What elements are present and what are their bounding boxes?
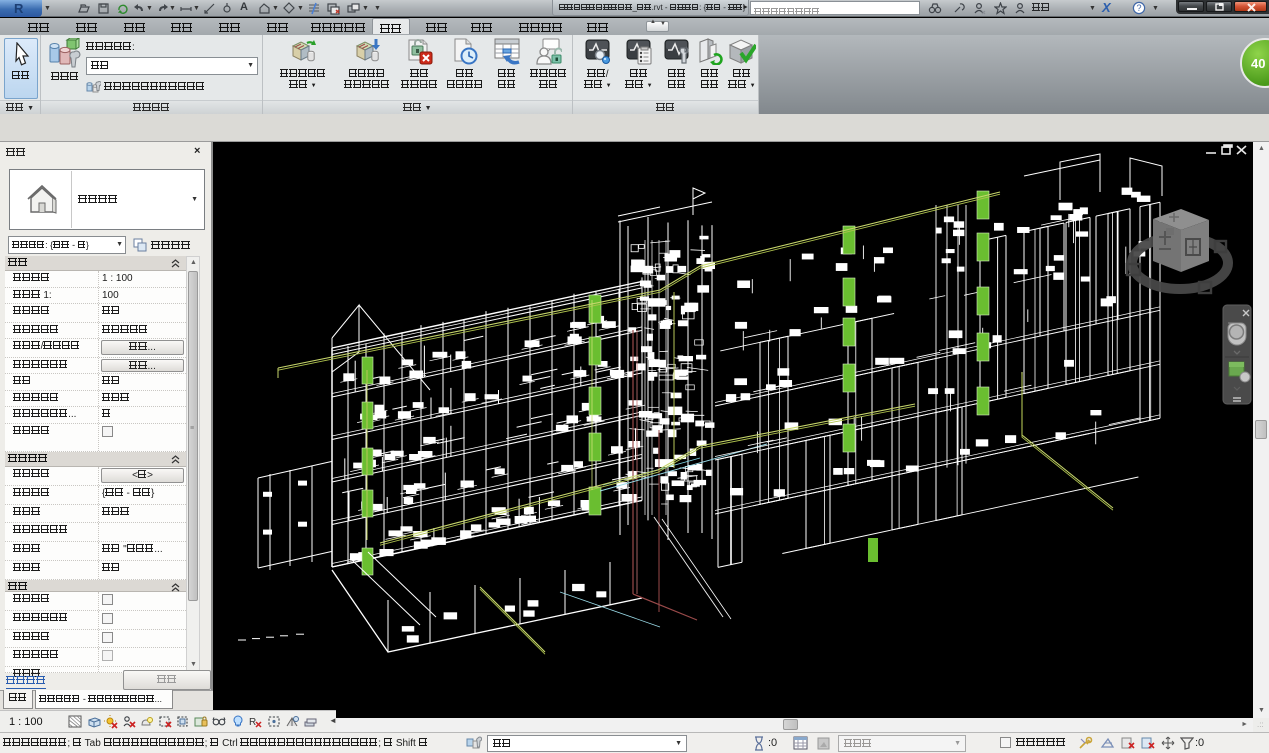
svg-text:R: R: [249, 717, 256, 728]
svg-text:?: ?: [1136, 3, 1141, 13]
